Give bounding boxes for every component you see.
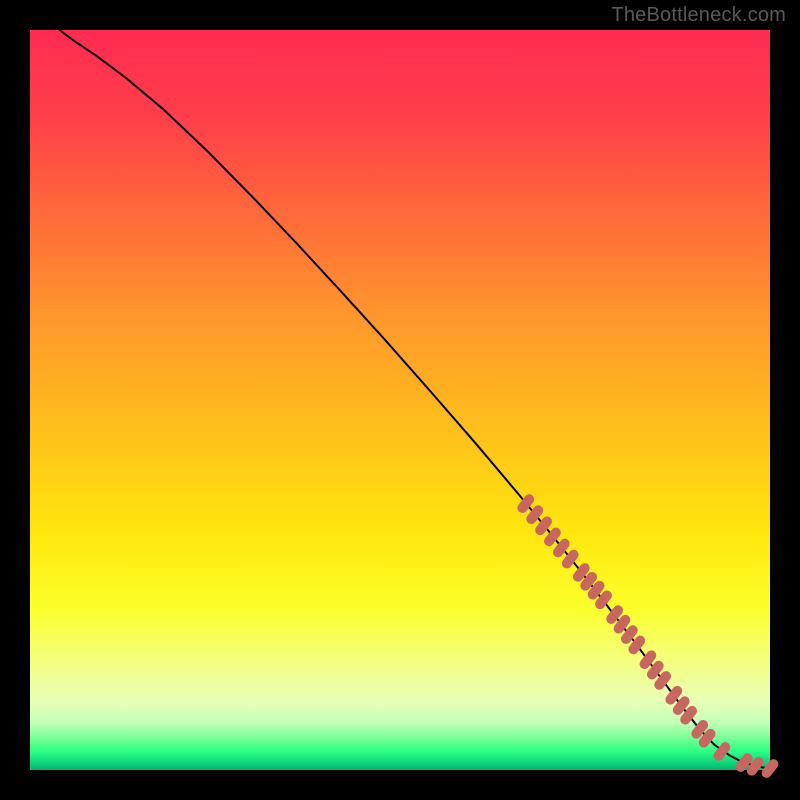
sample-point — [741, 758, 748, 767]
sample-point — [685, 711, 692, 720]
sample-point — [531, 510, 538, 519]
bottleneck-curve — [60, 30, 770, 769]
watermark-text: TheBottleneck.com — [611, 4, 786, 27]
sample-point — [600, 595, 607, 604]
sample-point — [704, 734, 711, 743]
sample-point — [611, 610, 618, 619]
sample-point — [558, 544, 565, 553]
sample-points-group — [522, 499, 773, 773]
sample-point — [567, 555, 574, 564]
chart-overlay — [30, 30, 770, 770]
sample-point — [767, 764, 774, 773]
sample-point — [659, 676, 666, 685]
sample-point — [549, 533, 556, 542]
sample-point — [522, 499, 529, 508]
sample-point — [670, 691, 677, 700]
sample-point — [752, 762, 759, 771]
sample-point — [645, 655, 652, 664]
sample-point — [696, 725, 703, 734]
sample-point — [652, 666, 659, 675]
sample-point — [619, 620, 626, 629]
sample-point — [633, 641, 640, 650]
sample-point — [540, 521, 547, 530]
sample-point — [719, 747, 726, 756]
plot-area — [30, 30, 770, 770]
chart-stage: TheBottleneck.com — [0, 0, 800, 800]
sample-point — [678, 701, 685, 710]
sample-point — [585, 577, 592, 586]
sample-point — [578, 568, 585, 577]
sample-point — [593, 586, 600, 595]
sample-point — [626, 630, 633, 639]
